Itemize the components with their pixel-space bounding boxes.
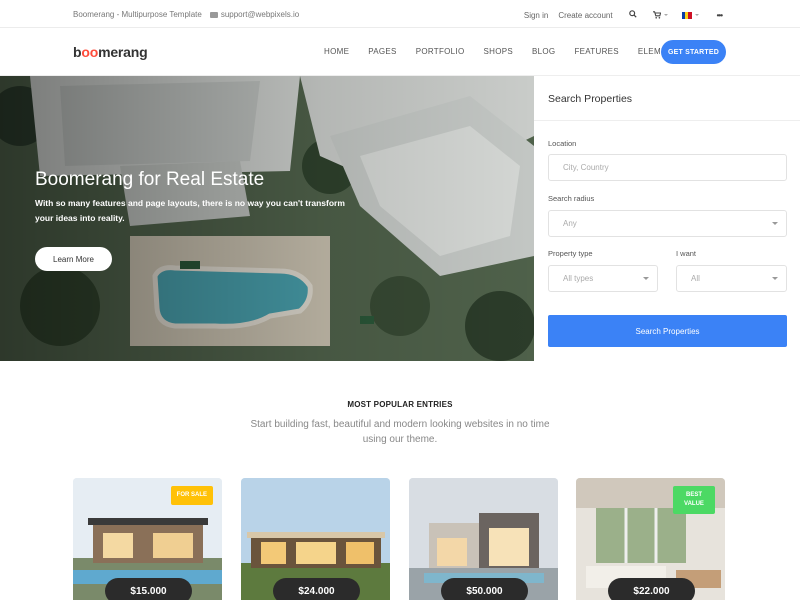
price-pill: $22.000 xyxy=(608,578,695,600)
language-selector[interactable] xyxy=(681,11,699,19)
chevron-down-icon xyxy=(772,277,778,280)
section-title: MOST POPULAR ENTRIES xyxy=(347,400,453,409)
property-card[interactable]: $24.000 xyxy=(241,478,390,600)
cart-icon[interactable] xyxy=(652,11,668,19)
hero-title: Boomerang for Real Estate xyxy=(35,169,265,190)
search-icon[interactable] xyxy=(628,10,637,20)
get-started-button[interactable]: GET STARTED xyxy=(661,40,726,64)
hero-text: With so many features and page layouts, … xyxy=(35,198,345,223)
want-value: All xyxy=(691,274,700,283)
search-panel-title: Search Properties xyxy=(548,93,633,105)
radius-label: Search radius xyxy=(548,194,595,203)
nav-item-home[interactable]: HOME xyxy=(324,47,349,56)
chevron-down-icon xyxy=(694,14,699,16)
property-type-value: All types xyxy=(563,274,594,283)
property-card[interactable]: BEST VALUE $22.000 xyxy=(576,478,725,600)
for-sale-badge: FOR SALE xyxy=(170,486,213,505)
chevron-down-icon xyxy=(663,14,668,16)
support-email-text: support@webpixels.io xyxy=(220,10,300,19)
location-input[interactable]: City, Country xyxy=(548,154,787,181)
price-pill: $15.000 xyxy=(105,578,192,600)
hero-section: Boomerang for Real Estate With so many f… xyxy=(0,76,534,361)
radius-value: Any xyxy=(563,219,577,228)
price-pill: $24.000 xyxy=(273,578,360,600)
ellipsis-icon[interactable]: ••• xyxy=(717,11,723,20)
search-panel-header: Search Properties xyxy=(534,76,800,121)
envelope-icon xyxy=(209,11,218,18)
property-type-select[interactable]: All types xyxy=(548,265,658,292)
nav-item-portfolio[interactable]: PORTFOLIO xyxy=(416,47,465,56)
brand-logo[interactable]: boomerang xyxy=(73,44,148,60)
create-account-link[interactable]: Create account xyxy=(558,11,612,20)
radius-select[interactable]: Any xyxy=(548,210,787,237)
signin-link[interactable]: Sign in xyxy=(524,11,548,20)
best-value-badge: BEST VALUE xyxy=(673,486,715,514)
site-name: Boomerang - Multipurpose Template xyxy=(73,10,202,19)
romania-flag-icon xyxy=(681,11,692,19)
chevron-down-icon xyxy=(643,277,649,280)
location-label: Location xyxy=(548,139,577,148)
main-navbar: boomerang HOME PAGES PORTFOLIO SHOPS BLO… xyxy=(0,28,800,76)
nav-item-features[interactable]: FEATURES xyxy=(574,47,618,56)
property-card[interactable]: FOR SALE $15.000 xyxy=(73,478,222,600)
logo-part: merang xyxy=(98,44,148,60)
main-menu: HOME PAGES PORTFOLIO SHOPS BLOG FEATURES… xyxy=(324,47,702,56)
search-properties-button[interactable]: Search Properties xyxy=(548,315,787,347)
price-pill: $50.000 xyxy=(441,578,528,600)
chevron-down-icon xyxy=(772,222,778,225)
want-select[interactable]: All xyxy=(676,265,787,292)
property-type-label: Property type xyxy=(548,249,593,258)
nav-item-blog[interactable]: BLOG xyxy=(532,47,555,56)
support-email[interactable]: support@webpixels.io xyxy=(209,10,300,19)
nav-item-shops[interactable]: SHOPS xyxy=(483,47,513,56)
property-card[interactable]: $50.000 xyxy=(409,478,558,600)
want-label: I want xyxy=(676,249,697,258)
section-subtitle: Start building fast, beautiful and moder… xyxy=(250,419,550,445)
nav-item-pages[interactable]: PAGES xyxy=(368,47,396,56)
learn-more-button[interactable]: Learn More xyxy=(35,247,112,271)
search-panel: Search Properties Location City, Country… xyxy=(534,76,800,361)
logo-accent: oo xyxy=(81,44,99,60)
top-bar: Boomerang - Multipurpose Template suppor… xyxy=(0,0,800,28)
